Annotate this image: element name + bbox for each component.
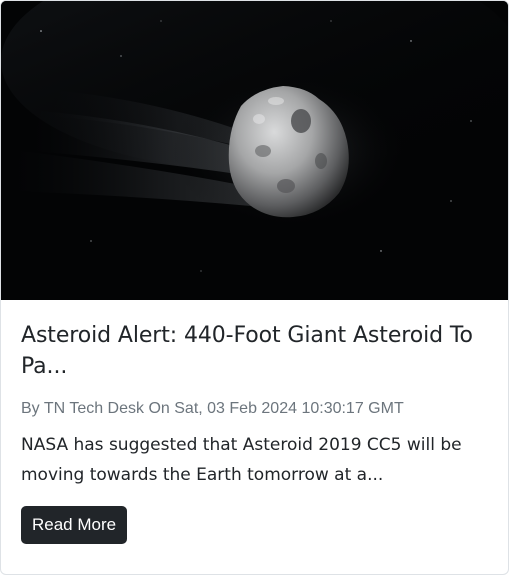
asteroid-illustration xyxy=(1,1,508,300)
article-excerpt: NASA has suggested that Asteroid 2019 CC… xyxy=(21,435,462,485)
read-more-button[interactable]: Read More xyxy=(21,506,128,544)
article-meta: By TN Tech Desk On Sat, 03 Feb 2024 10:3… xyxy=(21,400,404,417)
news-card: Asteroid Alert: 440-Foot Giant Asteroid … xyxy=(0,0,509,575)
card-body: Asteroid Alert: 440-Foot Giant Asteroid … xyxy=(1,300,508,544)
article-image[interactable] xyxy=(1,1,508,300)
article-title[interactable]: Asteroid Alert: 440-Foot Giant Asteroid … xyxy=(21,320,481,382)
